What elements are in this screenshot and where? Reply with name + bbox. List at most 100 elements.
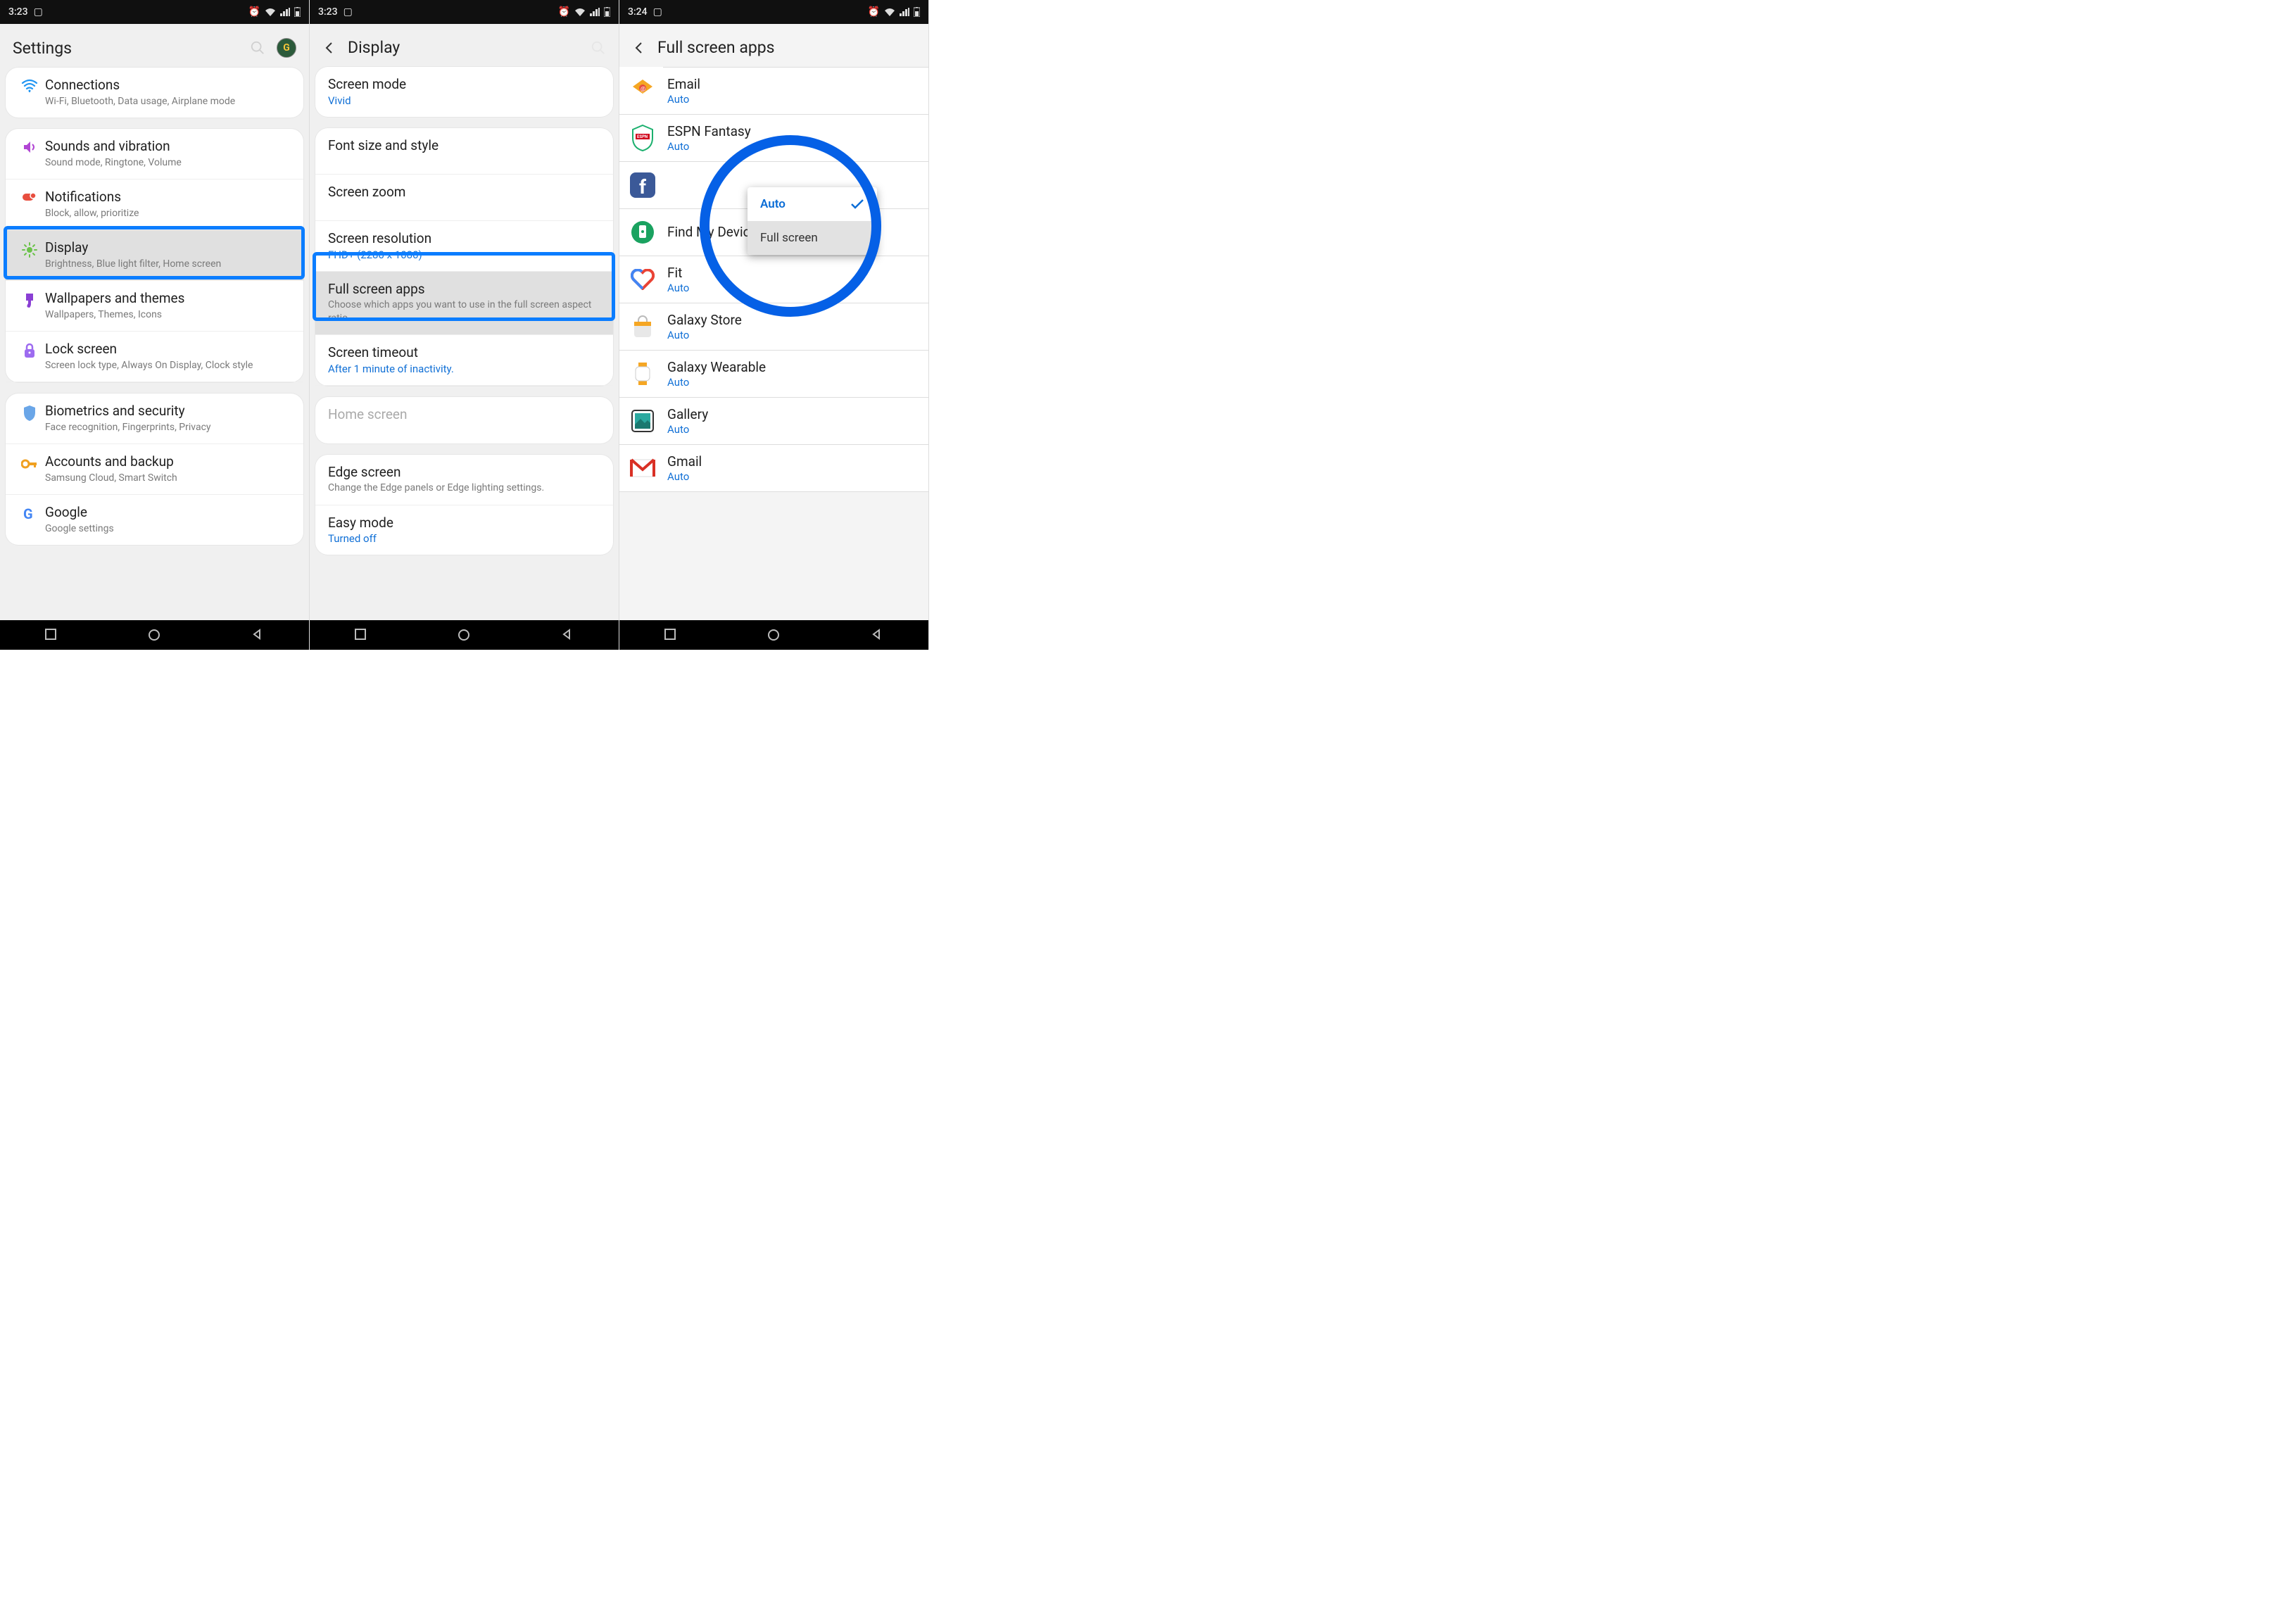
display-item-screen-mode[interactable]: Screen mode Vivid [315, 67, 613, 117]
svg-text:ESPN: ESPN [637, 134, 648, 139]
item-label: Sounds and vibration [45, 139, 292, 155]
settings-item-accounts[interactable]: Accounts and backup Samsung Cloud, Smart… [6, 444, 303, 495]
app-item-gallery[interactable]: Gallery Auto [619, 398, 928, 445]
item-label: Wallpapers and themes [45, 291, 292, 307]
display-item-resolution[interactable]: Screen resolution FHD+ (2280 x 1080) [315, 221, 613, 272]
item-label: Edge screen [328, 465, 602, 481]
back-button[interactable] [871, 629, 883, 641]
page-title: Settings [13, 39, 239, 58]
settings-item-wallpapers[interactable]: Wallpapers and themes Wallpapers, Themes… [6, 281, 303, 332]
watch-icon [628, 359, 657, 389]
profile-avatar[interactable]: G [277, 38, 296, 58]
nav-bar [619, 620, 928, 650]
fit-icon [628, 265, 657, 294]
app-item-gmail[interactable]: Gmail Auto [619, 445, 928, 492]
search-icon[interactable] [591, 40, 606, 56]
svg-text:G: G [23, 506, 33, 522]
item-label: Connections [45, 77, 292, 94]
item-value: Vivid [328, 94, 602, 107]
app-value: Auto [667, 329, 742, 341]
back-button[interactable] [251, 629, 264, 641]
nav-bar [310, 620, 619, 650]
search-icon[interactable] [250, 40, 265, 56]
brush-icon [14, 292, 45, 309]
item-label: Full screen apps [328, 282, 602, 298]
notification-icon [14, 191, 45, 203]
back-icon[interactable] [322, 41, 336, 55]
app-item-galaxystore[interactable]: Galaxy Store Auto [619, 303, 928, 351]
recent-button[interactable] [45, 629, 58, 641]
home-button[interactable] [148, 629, 160, 641]
display-item-home-screen[interactable]: Home screen [315, 397, 613, 443]
display-group-3: Home screen [315, 397, 613, 443]
display-item-fullscreen-apps[interactable]: Full screen apps Choose which apps you w… [315, 272, 613, 335]
wifi-icon [14, 79, 45, 93]
item-sub: Block, allow, prioritize [45, 207, 292, 220]
option-label: Auto [760, 197, 786, 211]
svg-text:@: @ [641, 86, 645, 92]
brightness-icon [14, 241, 45, 258]
wifi-icon [265, 8, 276, 16]
popup-option-auto[interactable]: Auto [748, 187, 877, 221]
display-item-easy[interactable]: Easy mode Turned off [315, 505, 613, 555]
app-item-galaxywearable[interactable]: Galaxy Wearable Auto [619, 351, 928, 398]
app-value: Auto [667, 282, 689, 294]
settings-item-display[interactable]: Display Brightness, Blue light filter, H… [6, 230, 303, 281]
item-label: Lock screen [45, 341, 292, 358]
display-item-zoom[interactable]: Screen zoom [315, 175, 613, 221]
recent-button[interactable] [664, 629, 677, 641]
popup-option-fullscreen[interactable]: Full screen [748, 221, 877, 255]
app-value: Auto [667, 140, 751, 153]
home-button[interactable] [767, 629, 780, 641]
app-value: Auto [667, 423, 708, 436]
app-item-espn[interactable]: ESPN ESPN Fantasy Auto [619, 115, 928, 162]
item-label: Display [45, 240, 292, 256]
home-button[interactable] [458, 629, 470, 641]
espn-icon: ESPN [628, 123, 657, 153]
page-title: Full screen apps [657, 38, 916, 57]
item-sub: Brightness, Blue light filter, Home scre… [45, 258, 292, 270]
screenshot-icon: ▢ [34, 6, 43, 18]
screenshot-icon: ▢ [343, 6, 353, 18]
settings-group-connections: Connections Wi-Fi, Bluetooth, Data usage… [6, 68, 303, 118]
item-sub: Change the Edge panels or Edge lighting … [328, 482, 602, 494]
settings-item-connections[interactable]: Connections Wi-Fi, Bluetooth, Data usage… [6, 68, 303, 118]
alarm-icon: ⏰ [558, 6, 570, 18]
app-label: Gmail [667, 453, 702, 470]
item-sub: Choose which apps you want to use in the… [328, 298, 602, 324]
signal-icon [900, 8, 909, 16]
back-icon[interactable] [632, 41, 646, 55]
settings-header: Settings G [0, 24, 309, 68]
item-sub: Samsung Cloud, Smart Switch [45, 472, 292, 484]
app-item-fit[interactable]: Fit Auto [619, 256, 928, 303]
display-group-4: Edge screen Change the Edge panels or Ed… [315, 455, 613, 555]
signal-icon [590, 8, 600, 16]
settings-item-sounds[interactable]: Sounds and vibration Sound mode, Rington… [6, 129, 303, 180]
item-label: Google [45, 505, 292, 521]
lock-icon [14, 343, 45, 358]
recent-button[interactable] [355, 629, 367, 641]
display-item-edge[interactable]: Edge screen Change the Edge panels or Ed… [315, 455, 613, 505]
display-item-font[interactable]: Font size and style [315, 128, 613, 175]
shield-icon [14, 405, 45, 422]
app-label: Fit [667, 265, 689, 281]
battery-icon [294, 7, 301, 17]
item-sub: Sound mode, Ringtone, Volume [45, 156, 292, 169]
settings-item-biometrics[interactable]: Biometrics and security Face recognition… [6, 394, 303, 444]
check-icon [850, 199, 864, 210]
battery-icon [604, 7, 610, 17]
settings-item-google[interactable]: G Google Google settings [6, 495, 303, 545]
option-label: Full screen [760, 231, 818, 245]
display-item-timeout[interactable]: Screen timeout After 1 minute of inactiv… [315, 335, 613, 386]
wifi-icon [884, 8, 895, 16]
item-sub: Google settings [45, 522, 292, 535]
status-bar: 3:23 ▢ ⏰ [310, 0, 619, 24]
item-label: Screen timeout [328, 345, 602, 361]
back-button[interactable] [561, 629, 574, 641]
settings-item-lockscreen[interactable]: Lock screen Screen lock type, Always On … [6, 332, 303, 382]
settings-item-notifications[interactable]: Notifications Block, allow, prioritize [6, 180, 303, 230]
clock: 3:23 [8, 6, 28, 18]
item-label: Screen zoom [328, 184, 602, 201]
app-item-email[interactable]: @ Email Auto [619, 68, 928, 115]
item-label: Font size and style [328, 138, 602, 154]
